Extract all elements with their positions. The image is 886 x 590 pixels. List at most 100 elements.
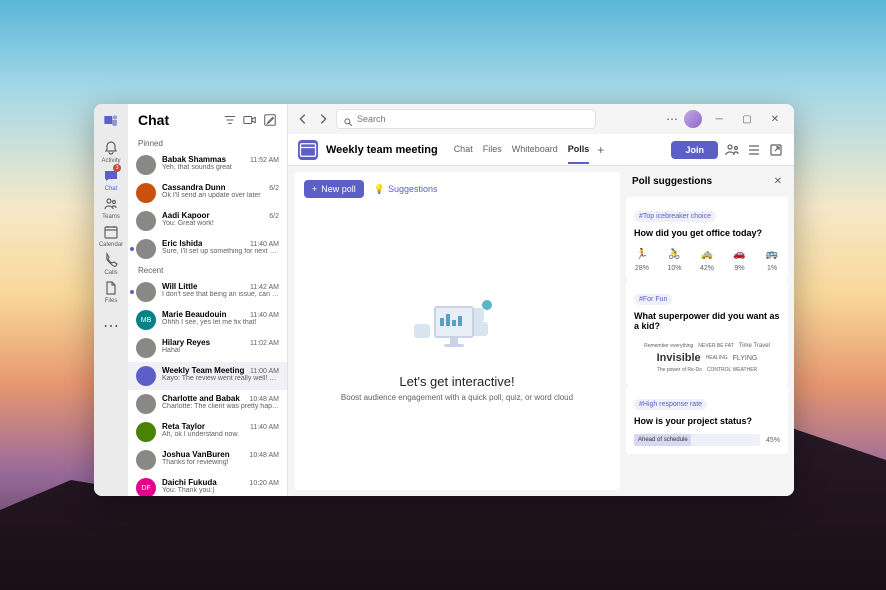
minimize-button[interactable]: ─ bbox=[708, 108, 730, 130]
chat-name: Eric Ishida bbox=[162, 239, 202, 248]
chat-preview: Yeh, that sounds great bbox=[162, 164, 279, 171]
search-box[interactable] bbox=[336, 109, 596, 129]
suggestions-link[interactable]: 💡Suggestions bbox=[374, 184, 438, 195]
sidebar-title: Chat bbox=[138, 112, 217, 128]
chat-name: Daichi Fukuda bbox=[162, 478, 217, 487]
pinned-label: Pinned bbox=[128, 136, 287, 151]
chat-item[interactable]: Joshua VanBuren10:48 AMThanks for review… bbox=[128, 446, 287, 474]
emoji-option: 🚌1% bbox=[764, 246, 780, 272]
card-question: How did you get office today? bbox=[634, 228, 780, 238]
chat-time: 6/2 bbox=[269, 185, 279, 192]
chat-name: Marie Beaudouin bbox=[162, 310, 226, 319]
chat-preview: You: Thank you:) bbox=[162, 487, 279, 494]
chat-sidebar: Chat Pinned Babak Shammas11:52 AMYeh, th… bbox=[128, 104, 288, 496]
sidebar-header: Chat bbox=[128, 104, 287, 136]
maximize-button[interactable]: ▢ bbox=[736, 108, 758, 130]
teams-icon bbox=[103, 196, 119, 212]
wordcloud-word: Remember everything bbox=[644, 343, 693, 349]
nav-forward-icon[interactable] bbox=[316, 112, 330, 126]
rail-item-activity[interactable]: Activity bbox=[99, 138, 123, 166]
chat-name: Joshua VanBuren bbox=[162, 450, 230, 459]
chat-name: Weekly Team Meeting bbox=[162, 366, 244, 375]
progress-row: Ahead of schedule45% bbox=[634, 434, 780, 446]
tab-polls[interactable]: Polls bbox=[568, 136, 590, 164]
new-poll-button[interactable]: +New poll bbox=[304, 180, 364, 198]
card-tag: #High response rate bbox=[634, 399, 707, 410]
video-icon[interactable] bbox=[243, 113, 257, 127]
card-question: What superpower did you want as a kid? bbox=[634, 311, 780, 331]
meeting-avatar-icon bbox=[298, 140, 318, 160]
chat-item[interactable]: Weekly Team Meeting11:00 AMKayo: The rev… bbox=[128, 362, 287, 390]
chat-name: Charlotte and Babak bbox=[162, 394, 240, 403]
chat-time: 11:40 AM bbox=[250, 241, 279, 248]
avatar bbox=[136, 338, 156, 358]
emoji-option: 🚴10% bbox=[667, 246, 683, 272]
chat-item[interactable]: Charlotte and Babak10:48 AMCharlotte: Th… bbox=[128, 390, 287, 418]
chat-item[interactable]: Eric Ishida11:40 AMSure, I'll set up som… bbox=[128, 235, 287, 263]
join-button[interactable]: Join bbox=[671, 141, 718, 159]
suggestion-card[interactable]: #Top icebreaker choice How did you get of… bbox=[626, 197, 788, 280]
suggestion-card[interactable]: #High response rateHow is your project s… bbox=[626, 385, 788, 454]
avatar bbox=[136, 366, 156, 386]
filter-icon[interactable] bbox=[223, 113, 237, 127]
rail-item-chat[interactable]: Chat3 bbox=[99, 166, 123, 194]
chat-time: 11:40 AM bbox=[250, 424, 279, 431]
avatar: DF bbox=[136, 478, 156, 496]
chat-preview: Ok I'll send an update over later bbox=[162, 192, 279, 199]
avatar bbox=[136, 211, 156, 231]
wordcloud-word: The power of Re-Do bbox=[657, 367, 702, 373]
suggestion-card[interactable]: #For Fun What superpower did you want as … bbox=[626, 280, 788, 385]
chat-item[interactable]: Will Little11:42 AMI don't see that bein… bbox=[128, 278, 287, 306]
more-icon[interactable]: ⋯ bbox=[666, 112, 678, 126]
search-input[interactable] bbox=[357, 114, 589, 124]
compose-icon[interactable] bbox=[263, 113, 277, 127]
chat-name: Hilary Reyes bbox=[162, 338, 210, 347]
wordcloud-word: HEALING bbox=[706, 355, 728, 361]
wordcloud-word: FLYING bbox=[733, 355, 758, 362]
suggestions-panel: Poll suggestions ✕ #Top icebreaker choic… bbox=[626, 172, 788, 490]
rail-item-calendar[interactable]: Calendar bbox=[99, 222, 123, 250]
chat-item[interactable]: Babak Shammas11:52 AMYeh, that sounds gr… bbox=[128, 151, 287, 179]
wordcloud-word: Invisible bbox=[657, 352, 701, 364]
teams-logo bbox=[103, 112, 119, 128]
emoji-option: 🏃28% bbox=[634, 246, 650, 272]
tab-files[interactable]: Files bbox=[483, 136, 502, 164]
avatar bbox=[136, 422, 156, 442]
main-area: ⋯ ─ ▢ ✕ Weekly team meeting ChatFilesWhi… bbox=[288, 104, 794, 496]
rail-item-teams[interactable]: Teams bbox=[99, 194, 123, 222]
chat-name: Reta Taylor bbox=[162, 422, 205, 431]
chat-preview: I don't see that being an issue, can tak… bbox=[162, 291, 279, 298]
emoji-option: 🚕42% bbox=[699, 246, 715, 272]
chat-item[interactable]: Reta Taylor11:40 AMAh, ok I understand n… bbox=[128, 418, 287, 446]
chat-item[interactable]: MBMarie Beaudouin11:40 AMOhhh I see, yes… bbox=[128, 306, 287, 334]
card-tag: #Top icebreaker choice bbox=[634, 211, 716, 222]
people-icon[interactable] bbox=[724, 142, 740, 158]
chat-time: 10:48 AM bbox=[249, 452, 279, 459]
bulb-icon: 💡 bbox=[374, 184, 385, 195]
chat-item[interactable]: Hilary Reyes11:02 AMHaha! bbox=[128, 334, 287, 362]
nav-back-icon[interactable] bbox=[296, 112, 310, 126]
close-panel-icon[interactable]: ✕ bbox=[774, 176, 782, 187]
rail-more[interactable]: ⋯ bbox=[103, 316, 119, 336]
chat-preview: You: Great work! bbox=[162, 220, 279, 227]
card-tag: #For Fun bbox=[634, 294, 672, 305]
list-icon[interactable] bbox=[746, 142, 762, 158]
add-tab-button[interactable]: + bbox=[597, 143, 604, 157]
chat-item[interactable]: Aadi Kapoor6/2You: Great work! bbox=[128, 207, 287, 235]
avatar bbox=[136, 183, 156, 203]
chat-item[interactable]: DFDaichi Fukuda10:20 AMYou: Thank you:) bbox=[128, 474, 287, 496]
meeting-header: Weekly team meeting ChatFilesWhiteboardP… bbox=[288, 134, 794, 166]
wordcloud-word: CONTROL WEATHER bbox=[707, 367, 757, 373]
chat-item[interactable]: Cassandra Dunn6/2Ok I'll send an update … bbox=[128, 179, 287, 207]
rail-item-calls[interactable]: Calls bbox=[99, 250, 123, 278]
chat-time: 6/2 bbox=[269, 213, 279, 220]
badge: 3 bbox=[113, 164, 121, 172]
user-avatar[interactable] bbox=[684, 110, 702, 128]
chat-preview: Ohhh I see, yes let me fix that! bbox=[162, 319, 279, 326]
rail-item-files[interactable]: Files bbox=[99, 278, 123, 306]
files-icon bbox=[103, 280, 119, 296]
popout-icon[interactable] bbox=[768, 142, 784, 158]
tab-chat[interactable]: Chat bbox=[454, 136, 473, 164]
tab-whiteboard[interactable]: Whiteboard bbox=[512, 136, 558, 164]
close-button[interactable]: ✕ bbox=[764, 108, 786, 130]
